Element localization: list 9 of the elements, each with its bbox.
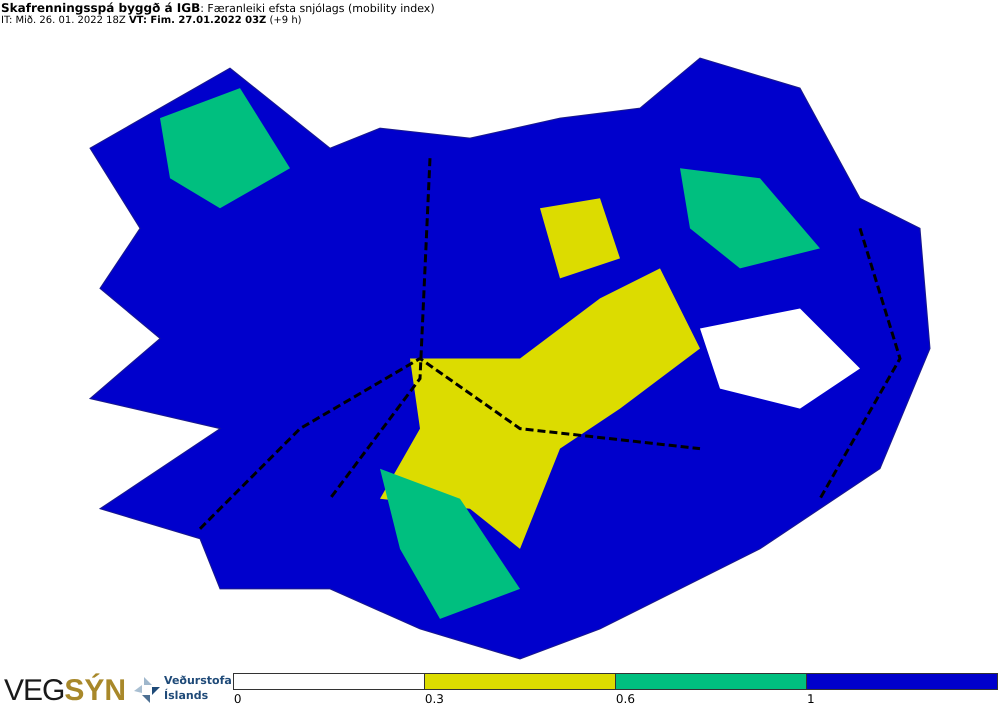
- scale-label: 0.6: [616, 692, 635, 706]
- logo-text: Veðurstofa Íslands: [164, 673, 232, 703]
- map-title: Skafrenningsspá byggð á IGB: Færanleiki efsta snjólags (mobility index): [1, 2, 436, 15]
- forecast-time: IT: Mið. 26. 01. 2022 18Z VT: Fim. 27.01.2022 03Z (+9 h): [1, 15, 303, 27]
- logo-icon: [132, 675, 162, 705]
- scale-label: 0: [234, 692, 242, 706]
- scale-label: 0.3: [424, 692, 444, 706]
- scale-label: 1: [806, 692, 815, 706]
- logo-text: VEGSÝN: [4, 675, 126, 707]
